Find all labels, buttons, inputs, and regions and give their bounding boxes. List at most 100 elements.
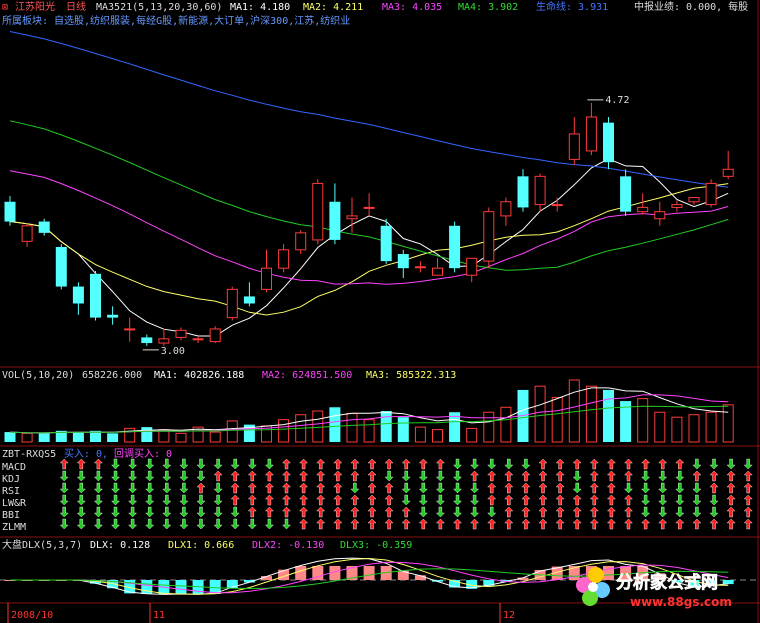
signal-arrow xyxy=(264,518,274,530)
signal-arrow xyxy=(282,518,291,530)
candle-body-up xyxy=(175,329,187,338)
signal-arrow xyxy=(487,482,497,494)
vol-ma1: MA1: 402826.188 xyxy=(154,370,244,381)
ma1-value: MA1: 4.180 xyxy=(230,2,290,13)
high-annotation-label: 4.72 xyxy=(605,95,629,106)
candle xyxy=(72,282,84,315)
period-label[interactable]: 日线 xyxy=(66,0,86,13)
candle xyxy=(124,317,136,342)
signal-arrow xyxy=(743,506,753,518)
zbt-buy: 买入: 0, xyxy=(64,448,108,460)
volume-bar-up xyxy=(209,431,221,443)
signal-arrow xyxy=(162,482,172,494)
signal-arrow xyxy=(658,506,668,518)
signal-arrow xyxy=(435,482,445,494)
signal-arrow xyxy=(59,470,69,482)
signal-arrow xyxy=(504,482,514,494)
signal-arrow xyxy=(59,458,69,470)
signal-arrow xyxy=(487,518,497,530)
signal-arrow xyxy=(93,518,103,530)
signal-arrow xyxy=(487,470,497,482)
signal-arrow xyxy=(333,518,343,530)
volume-bar-up xyxy=(432,429,443,443)
signal-arrow xyxy=(435,518,445,530)
candle-body-up xyxy=(722,168,734,177)
signal-arrow xyxy=(589,506,599,518)
signal-arrow xyxy=(538,506,548,518)
signal-arrow xyxy=(350,458,360,470)
signal-arrow xyxy=(76,494,86,506)
signal-arrow xyxy=(487,506,497,518)
signal-arrow xyxy=(162,458,172,470)
signal-arrow xyxy=(384,506,394,518)
volume-bar-up xyxy=(21,432,33,443)
signal-arrow xyxy=(572,458,582,470)
signal-arrow xyxy=(538,518,548,530)
signal-arrow xyxy=(418,458,428,470)
candle-body-up xyxy=(278,249,290,269)
signal-arrow xyxy=(453,494,462,506)
volume-bar-up xyxy=(688,414,700,443)
signal-arrow xyxy=(709,494,719,506)
signal-arrow xyxy=(196,470,206,482)
candle-body-up xyxy=(671,204,683,208)
candle-body-down xyxy=(449,225,461,269)
watermark-brand: 分析家公式网 xyxy=(616,572,718,593)
signal-arrow xyxy=(350,494,360,506)
vol-label: VOL(5,10,20) xyxy=(2,370,74,381)
signal-arrow xyxy=(418,482,428,494)
stock-close-icon[interactable]: ⊠ xyxy=(2,2,8,13)
candle xyxy=(620,169,632,216)
signal-arrow xyxy=(538,494,548,506)
signal-arrow xyxy=(128,506,138,518)
signal-arrow xyxy=(111,458,120,470)
signal-arrow xyxy=(213,482,223,494)
volume-bar-up xyxy=(722,404,734,443)
signal-arrow xyxy=(179,518,189,530)
signal-arrow xyxy=(59,494,69,506)
signal-arrow xyxy=(453,506,462,518)
signal-arrow xyxy=(555,458,565,470)
signal-arrow xyxy=(743,470,753,482)
signal-arrow xyxy=(606,470,616,482)
signal-arrow xyxy=(145,470,155,482)
signal-arrow xyxy=(606,506,616,518)
candle xyxy=(90,270,101,321)
signal-arrow xyxy=(521,458,531,470)
candle xyxy=(329,183,341,245)
signal-arrow xyxy=(521,494,531,506)
signal-arrow xyxy=(367,494,377,506)
signal-arrow xyxy=(470,494,480,506)
signal-arrow xyxy=(470,506,480,518)
candle-body-up xyxy=(192,338,204,341)
candle-body-up xyxy=(568,133,580,160)
candle-body-down xyxy=(603,122,614,163)
signal-arrow xyxy=(162,506,172,518)
signal-arrow xyxy=(316,470,326,482)
zbt-row-bbi: BBI xyxy=(2,510,20,521)
candle xyxy=(654,201,666,226)
dlx-value: DLX: 0.128 xyxy=(90,540,150,551)
volume-bar-down xyxy=(380,411,392,442)
signal-arrow xyxy=(624,494,633,506)
dlx1-value: DLX1: 0.666 xyxy=(168,540,234,551)
signal-arrow xyxy=(470,470,480,482)
volume-bar-up xyxy=(124,427,136,443)
signal-arrow xyxy=(453,482,462,494)
volume-bar-up xyxy=(414,426,426,443)
candle xyxy=(534,173,546,212)
signal-arrow xyxy=(401,458,411,470)
signal-arrow xyxy=(196,506,206,518)
signal-arrow xyxy=(521,470,531,482)
candle-body-up xyxy=(551,204,563,207)
signal-arrow xyxy=(692,506,702,518)
candle-body-up xyxy=(312,182,324,241)
signal-arrow xyxy=(282,494,291,506)
signal-arrow xyxy=(470,458,480,470)
signal-arrow xyxy=(367,506,377,518)
signal-arrow xyxy=(247,470,257,482)
signal-arrow xyxy=(675,518,685,530)
signal-arrow xyxy=(264,506,274,518)
signal-arrow xyxy=(641,494,651,506)
signal-arrow xyxy=(401,470,411,482)
